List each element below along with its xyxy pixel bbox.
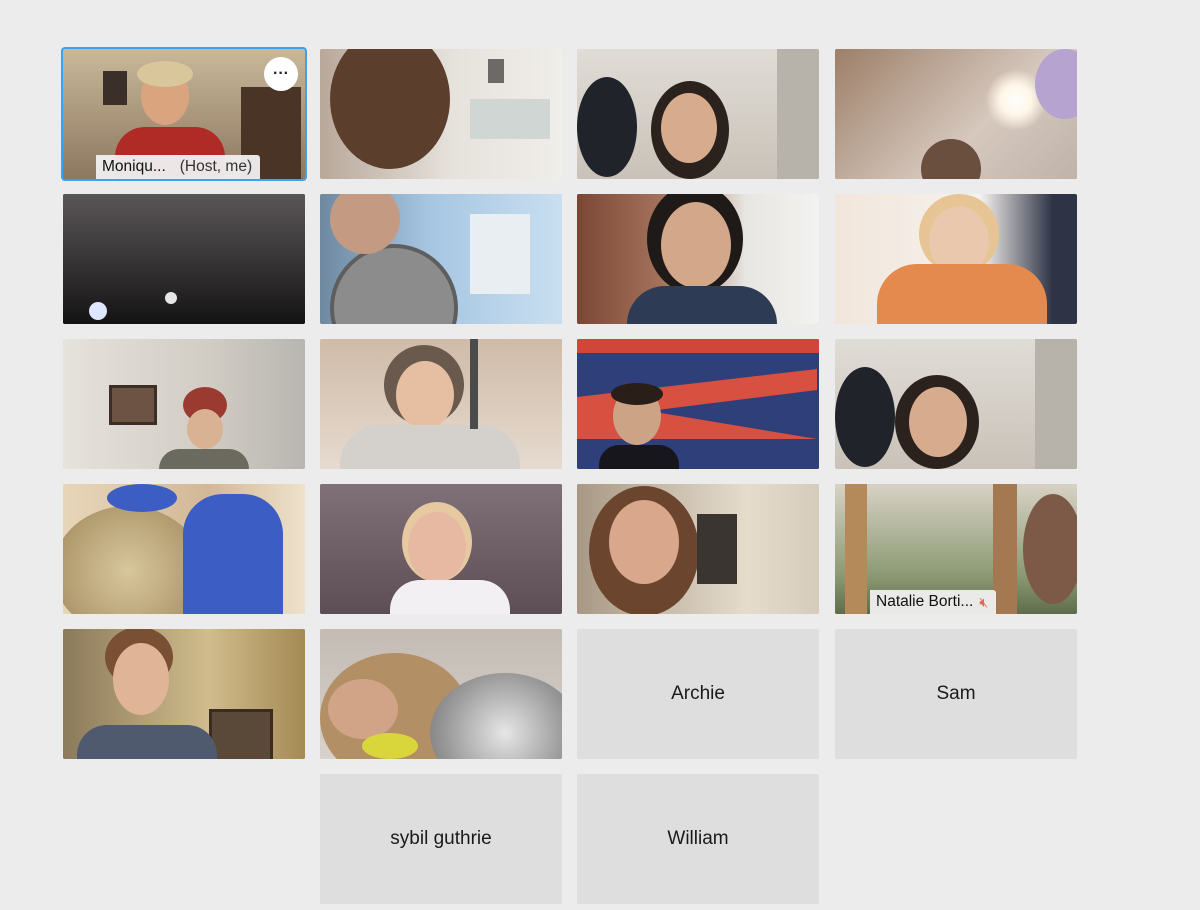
- participant-name: Archie: [671, 683, 725, 704]
- video-tile[interactable]: [835, 339, 1077, 469]
- video-feed: [835, 194, 1077, 324]
- video-tile[interactable]: [577, 49, 819, 179]
- participant-name-label: Moniqu... (Host, me): [96, 155, 261, 179]
- video-feed: [577, 49, 819, 179]
- participant-tile-no-video[interactable]: sybil guthrie: [320, 774, 562, 904]
- video-feed: [63, 629, 305, 759]
- video-tile[interactable]: [63, 484, 305, 614]
- video-tile[interactable]: [835, 194, 1077, 324]
- participant-tile-no-video[interactable]: Archie: [577, 629, 819, 759]
- video-tile[interactable]: [63, 194, 305, 324]
- video-tile[interactable]: [320, 194, 562, 324]
- video-tile[interactable]: [63, 629, 305, 759]
- video-feed: [835, 339, 1077, 469]
- video-feed: [63, 339, 305, 469]
- participant-tile-no-video[interactable]: Sam: [835, 629, 1077, 759]
- video-feed: [835, 49, 1077, 179]
- participant-tile-no-video[interactable]: William: [577, 774, 819, 904]
- participant-name: William: [667, 828, 729, 849]
- video-tile[interactable]: [320, 629, 562, 759]
- video-feed: [577, 484, 819, 614]
- participant-name: Moniqu...: [102, 158, 166, 175]
- more-options-icon: ···: [273, 65, 289, 82]
- video-tile[interactable]: [577, 194, 819, 324]
- mic-muted-icon: 🔇︎: [979, 593, 989, 610]
- video-tile[interactable]: [577, 484, 819, 614]
- video-tile[interactable]: [320, 49, 562, 179]
- participant-name: Natalie Borti...: [876, 593, 974, 610]
- video-tile[interactable]: Natalie Borti... 🔇︎: [835, 484, 1077, 614]
- video-tile[interactable]: [320, 339, 562, 469]
- video-feed: [320, 49, 562, 179]
- video-tile[interactable]: [320, 484, 562, 614]
- video-feed: [577, 194, 819, 324]
- participant-name: sybil guthrie: [390, 828, 492, 849]
- participant-name-label: Natalie Borti... 🔇︎: [870, 590, 997, 614]
- more-options-button[interactable]: ···: [264, 57, 298, 91]
- video-feed: [63, 484, 305, 614]
- video-feed: [320, 339, 562, 469]
- participant-role: (Host, me): [179, 158, 253, 175]
- video-tile[interactable]: [835, 49, 1077, 179]
- participant-name: Sam: [936, 683, 976, 704]
- video-tile[interactable]: [577, 339, 819, 469]
- video-tile[interactable]: [63, 339, 305, 469]
- video-feed: [320, 194, 562, 324]
- video-tile-host[interactable]: ··· Moniqu... (Host, me): [61, 47, 307, 181]
- video-feed: [63, 194, 305, 324]
- video-feed: [320, 629, 562, 759]
- video-feed: [320, 484, 562, 614]
- video-feed: [577, 339, 819, 469]
